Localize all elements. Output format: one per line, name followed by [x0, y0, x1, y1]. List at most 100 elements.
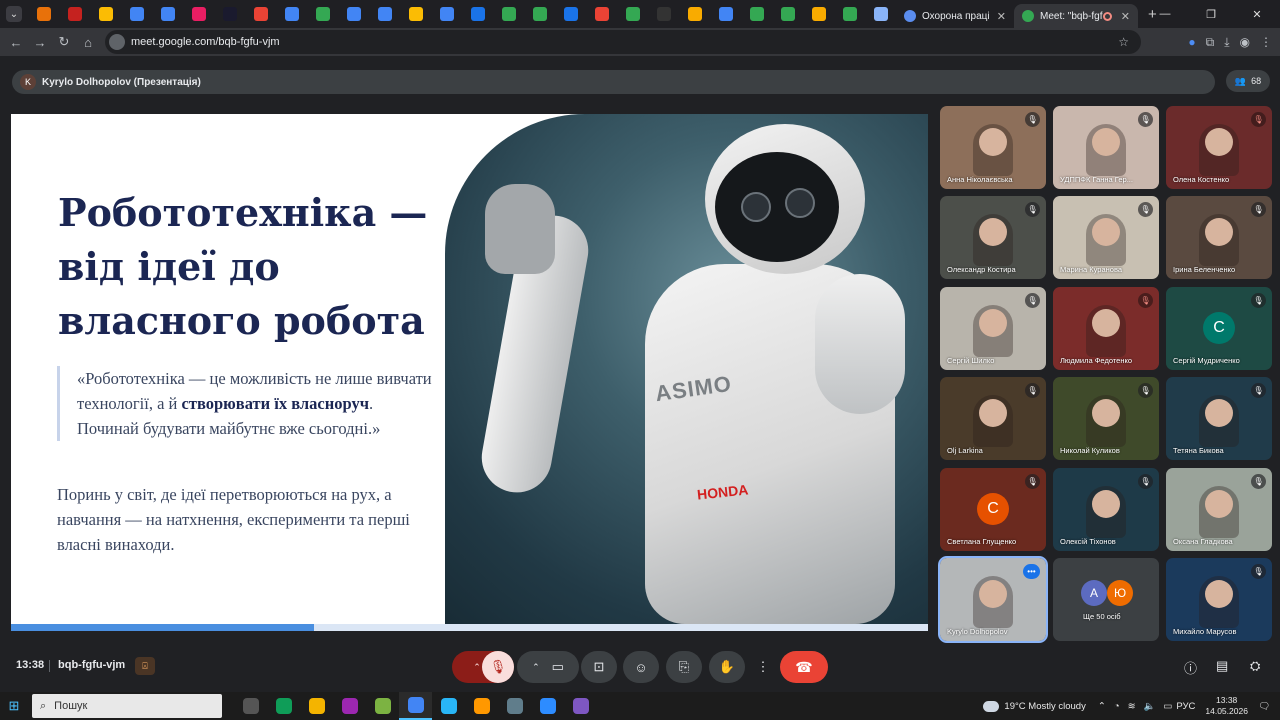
participant-tile[interactable]: 🎙 Тетяна Бикова	[1166, 377, 1272, 460]
leave-call-button[interactable]: ☎	[780, 651, 828, 683]
download-icon[interactable]: ⤓	[1224, 35, 1229, 50]
pinned-tab[interactable]	[369, 0, 400, 28]
pinned-tab[interactable]	[183, 0, 214, 28]
edge-icon[interactable]	[267, 692, 300, 720]
pinned-tab[interactable]	[400, 0, 431, 28]
address-bar[interactable]: meet.google.com/bqb-fgfu-vjm ☆	[105, 30, 1141, 54]
viber-icon[interactable]	[564, 692, 597, 720]
pinned-tab[interactable]	[245, 0, 276, 28]
people-count-button[interactable]: 👥 68	[1226, 70, 1270, 92]
site-info-icon[interactable]	[109, 34, 125, 50]
tab-meet[interactable]: Meet: "bqb-fgfu- ✕	[1014, 4, 1138, 28]
utorrent-icon[interactable]	[366, 692, 399, 720]
pinned-tab[interactable]	[586, 0, 617, 28]
participant-tile[interactable]: ••• Kyrylo Dolhopolov	[938, 556, 1048, 643]
participant-tile[interactable]: 🎙 Олена Костенко	[1166, 106, 1272, 189]
participant-tile[interactable]: 🎙 Сергій Шилко	[940, 287, 1046, 370]
pinned-tab[interactable]	[710, 0, 741, 28]
windows-start-icon[interactable]: ⊞	[0, 692, 28, 720]
pinned-tab[interactable]	[121, 0, 152, 28]
telegram-icon[interactable]	[432, 692, 465, 720]
pinned-tab[interactable]	[28, 0, 59, 28]
minimize-icon[interactable]: —	[1142, 0, 1188, 28]
participant-tile[interactable]: 🎙 Олександр Костира	[940, 196, 1046, 279]
back-icon[interactable]: ←	[4, 35, 28, 50]
file-explorer-icon[interactable]	[300, 692, 333, 720]
pinned-tab[interactable]	[59, 0, 90, 28]
pinned-tab[interactable]	[493, 0, 524, 28]
pinned-tab[interactable]	[865, 0, 896, 28]
participant-tile[interactable]: 🎙 Людмила Федотенко	[1053, 287, 1159, 370]
pinned-tab[interactable]	[276, 0, 307, 28]
mic-options-chevron-icon[interactable]: ⌃	[473, 662, 481, 673]
input-language[interactable]: РУС	[1176, 701, 1195, 712]
meeting-info-icon[interactable]: ⓘ	[1184, 658, 1197, 677]
participant-tile[interactable]: 🎙 Olj Larkina	[940, 377, 1046, 460]
participant-tile[interactable]: 🎙 Олексій Тіхонов	[1053, 468, 1159, 551]
extensions-icon[interactable]: ⧉	[1206, 35, 1215, 50]
zoom-icon[interactable]	[531, 692, 564, 720]
wifi-icon[interactable]: ≋	[1128, 701, 1136, 712]
pinned-tab[interactable]	[307, 0, 338, 28]
extension-dot-icon[interactable]: ●	[1188, 35, 1195, 49]
pinned-tab[interactable]	[834, 0, 865, 28]
more-options-icon[interactable]: ⋮	[752, 651, 774, 683]
home-icon[interactable]: ⌂	[76, 35, 100, 50]
restore-icon[interactable]: ❐	[1188, 0, 1234, 28]
participant-tile[interactable]: 🎙 Николай Куликов	[1053, 377, 1159, 460]
camera-button[interactable]: ▭	[552, 659, 564, 675]
task-view-icon[interactable]	[234, 692, 267, 720]
network-icon[interactable]: ◔	[1114, 701, 1120, 712]
pinned-tab[interactable]	[524, 0, 555, 28]
participant-tile[interactable]: 🎙 Оксана Гладкова	[1166, 468, 1272, 551]
participant-tile[interactable]: 🎙 Марина Куранова	[1053, 196, 1159, 279]
present-screen-button[interactable]: ⊡	[581, 651, 617, 683]
reload-icon[interactable]: ↻	[52, 34, 76, 50]
chrome-icon[interactable]	[399, 692, 432, 720]
vlc-icon[interactable]	[465, 692, 498, 720]
pinned-tab[interactable]	[679, 0, 710, 28]
close-window-icon[interactable]: ✕	[1234, 0, 1280, 28]
pinned-tab[interactable]	[555, 0, 586, 28]
more-participants-tile[interactable]: А Ю Ще 50 осіб	[1053, 558, 1159, 641]
host-controls-icon[interactable]: ⍓	[135, 657, 155, 675]
activities-icon[interactable]: ⛭	[1250, 658, 1260, 674]
chat-icon[interactable]: ▤	[1216, 658, 1228, 674]
pinned-tab[interactable]	[338, 0, 369, 28]
tray-chevron-icon[interactable]: ⌃	[1098, 701, 1106, 712]
participant-tile[interactable]: 🎙 УДППФК Ганна Гер...	[1053, 106, 1159, 189]
mic-off-button[interactable]: 🎙	[482, 651, 514, 683]
notifications-icon[interactable]: 🗨	[1258, 701, 1270, 712]
captions-button[interactable]: ⎘	[666, 651, 702, 683]
pinned-tab[interactable]	[617, 0, 648, 28]
taskbar-search[interactable]: ⌕ Пошук	[32, 694, 222, 718]
pinned-tab[interactable]	[741, 0, 772, 28]
tab-search-button[interactable]: ⌄	[6, 6, 22, 22]
volume-icon[interactable]: 🔈	[1144, 701, 1156, 712]
pinned-tab[interactable]	[214, 0, 245, 28]
pinned-tab[interactable]	[803, 0, 834, 28]
participant-tile[interactable]: 🎙 Михайло Марусов	[1166, 558, 1272, 641]
participant-tile[interactable]: 🎙 Ірина Беленченко	[1166, 196, 1272, 279]
participant-tile[interactable]: С 🎙 Сергій Мудриченко	[1166, 287, 1272, 370]
weather-widget[interactable]: 19°C Mostly cloudy	[983, 700, 1086, 712]
pinned-tab[interactable]	[90, 0, 121, 28]
participant-tile[interactable]: 🎙 Анна Ніколаєвська	[940, 106, 1046, 189]
app-icon[interactable]	[498, 692, 531, 720]
camera-options-chevron-icon[interactable]: ⌃	[532, 662, 540, 673]
close-tab-icon[interactable]: ✕	[997, 10, 1006, 23]
tab-okhorona[interactable]: Охорона праці ✕	[896, 4, 1014, 28]
bookmark-star-icon[interactable]: ☆	[1118, 35, 1129, 49]
forward-icon[interactable]: →	[28, 35, 52, 50]
pinned-tab[interactable]	[431, 0, 462, 28]
pinned-tab[interactable]	[772, 0, 803, 28]
emoji-reactions-button[interactable]: ☺	[623, 651, 659, 683]
pinned-tab[interactable]	[648, 0, 679, 28]
close-tab-icon[interactable]: ✕	[1121, 10, 1130, 23]
participant-tile[interactable]: С 🎙 Светлана Глущенко	[940, 468, 1046, 551]
battery-icon[interactable]: ▭	[1163, 701, 1172, 712]
taskbar-clock[interactable]: 13:38 14.05.2026	[1205, 695, 1248, 717]
pinned-tab[interactable]	[152, 0, 183, 28]
menu-kebab-icon[interactable]: ⋮	[1260, 35, 1272, 49]
raise-hand-button[interactable]: ✋	[709, 651, 745, 683]
